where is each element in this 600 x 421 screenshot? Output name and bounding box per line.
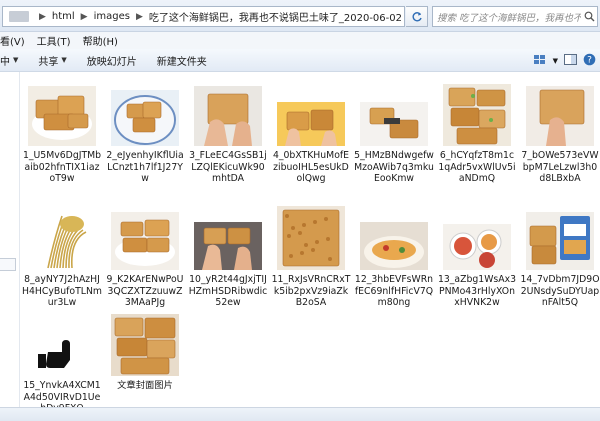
include-in-library-button[interactable]: 中 ▼ (0, 53, 28, 68)
address-bar-row: ▶ html ▶ images ▶ 吃了这个海鲜锅巴，我再也不说锅巴土味了_20… (0, 0, 600, 32)
chevron-right-icon[interactable]: ▶ (132, 12, 147, 22)
help-icon[interactable]: ? (583, 53, 596, 69)
view-controls: ▼ ? (533, 53, 596, 69)
file-name[interactable]: 14_7vDbm7JD9O2UNsdySuDYUapnFAlt5Q (520, 274, 600, 309)
file-name[interactable]: 12_3hbEVFsWRnfEC69nlfHFicV7Qm80ng (354, 274, 434, 309)
menu-help[interactable]: 帮助(H) (77, 33, 124, 48)
menu-tools[interactable]: 工具(T) (31, 33, 77, 48)
image-thumbnail[interactable] (526, 78, 594, 146)
file-name[interactable]: 7_bOWe573eVWbpM7LeLzwl3h0d8LBxbA (520, 150, 600, 185)
file-name[interactable]: 6_hCYqfzT8m1c1qAdr5vxWlUv5iaNDmQ (437, 150, 517, 185)
image-thumbnail[interactable] (111, 308, 179, 376)
refresh-icon (412, 11, 422, 21)
file-name[interactable]: 5_HMzBNdwgefwMzoAWib7q3mkuEooKmw (354, 150, 434, 185)
chevron-right-icon[interactable]: ▶ (35, 12, 50, 22)
new-folder-button[interactable]: 新建文件夹 (147, 53, 217, 68)
slideshow-button[interactable]: 放映幻灯片 (77, 53, 147, 68)
image-thumbnail[interactable] (443, 78, 511, 146)
menu-bar: 看(V) 工具(T) 帮助(H) (0, 32, 600, 49)
nav-pane-item[interactable] (0, 258, 16, 271)
pointer-hand-thumbnail[interactable] (28, 308, 96, 376)
file-name[interactable]: 3_FLeEC4GsSB1jLZQlEKicuWk90mhtDA (188, 150, 268, 185)
file-name[interactable]: 13_aZbg1WsAx3PNMo43rHlyXOnxHVNK2w (437, 274, 517, 309)
refresh-button[interactable] (406, 6, 428, 27)
chevron-down-icon[interactable]: ▼ (553, 57, 558, 65)
image-thumbnail[interactable] (360, 78, 428, 146)
breadcrumb-images[interactable]: images (92, 11, 132, 22)
image-thumbnail[interactable] (277, 202, 345, 270)
explorer-window: ▶ html ▶ images ▶ 吃了这个海鲜锅巴，我再也不说锅巴土味了_20… (0, 0, 600, 421)
chevron-right-icon[interactable]: ▶ (77, 12, 92, 22)
file-name[interactable]: 15_YnvkA4XCM1A4d50VIRvD1UehDv9FXQ (22, 380, 102, 407)
toolbar-label: 新建文件夹 (156, 56, 207, 68)
breadcrumb-current-folder[interactable]: 吃了这个海鲜锅巴，我再也不说锅巴土味了_2020-06-02 (147, 9, 404, 24)
navigation-pane[interactable] (0, 72, 20, 407)
status-bar (0, 407, 600, 421)
file-grid: 1_U5Mv6DgJTMbaib02hfnTIX1iazoT9w 2_eJyen… (22, 72, 600, 407)
command-toolbar: 中 ▼ 共享 ▼ 放映幻灯片 新建文件夹 ▼ ? (0, 49, 600, 72)
breadcrumb-html[interactable]: html (50, 11, 77, 22)
image-thumbnail[interactable] (360, 202, 428, 270)
file-name[interactable]: 文章封面图片 (105, 380, 185, 392)
file-name[interactable]: 11_RxJsVRnCRxTk5ib2pxVz9iaZkB2oSA (271, 274, 351, 309)
file-name[interactable]: 1_U5Mv6DgJTMbaib02hfnTIX1iazoT9w (22, 150, 102, 185)
file-name[interactable]: 10_yR2t44gJxjTIJHZmHSDRibwdic52ew (188, 274, 268, 309)
menu-view[interactable]: 看(V) (0, 33, 31, 48)
search-icon[interactable] (581, 9, 597, 25)
image-thumbnail[interactable] (277, 78, 345, 146)
view-options-icon[interactable] (533, 54, 547, 69)
chevron-down-icon: ▼ (61, 56, 67, 64)
redacted-path-segment (9, 11, 29, 22)
search-placeholder: 搜索 吃了这个海鲜锅巴，我再也不说... (437, 12, 581, 24)
image-thumbnail[interactable] (111, 78, 179, 146)
image-thumbnail[interactable] (526, 202, 594, 270)
image-thumbnail[interactable] (111, 202, 179, 270)
image-thumbnail[interactable] (194, 202, 262, 270)
file-name[interactable]: 9_K2KArENwPoU3QCZXTZzuuwZ3MAaPJg (105, 274, 185, 309)
toolbar-label: 共享 (38, 56, 59, 68)
share-button[interactable]: 共享 ▼ (28, 53, 76, 68)
image-thumbnail[interactable] (28, 202, 96, 270)
file-name[interactable]: 8_ayNY7J2hAzHJH4HCyBufoTLNmur3Lw (22, 274, 102, 309)
file-name[interactable]: 2_eJyenhyIKflUiaLCnzt1h7lf1J27Yw (105, 150, 185, 185)
address-bar[interactable]: ▶ html ▶ images ▶ 吃了这个海鲜锅巴，我再也不说锅巴土味了_20… (2, 6, 405, 27)
image-thumbnail[interactable] (28, 78, 96, 146)
toolbar-label: 中 (0, 56, 10, 68)
image-thumbnail[interactable] (194, 78, 262, 146)
svg-text:?: ? (587, 56, 592, 66)
search-input[interactable]: 搜索 吃了这个海鲜锅巴，我再也不说... (432, 6, 598, 27)
image-thumbnail[interactable] (443, 202, 511, 270)
preview-pane-icon[interactable] (564, 53, 577, 69)
chevron-down-icon: ▼ (13, 56, 19, 64)
file-name[interactable]: 4_0bXTKHuMofEzibuoIHL5esUkDolQwg (271, 150, 351, 185)
toolbar-label: 放映幻灯片 (86, 56, 137, 68)
